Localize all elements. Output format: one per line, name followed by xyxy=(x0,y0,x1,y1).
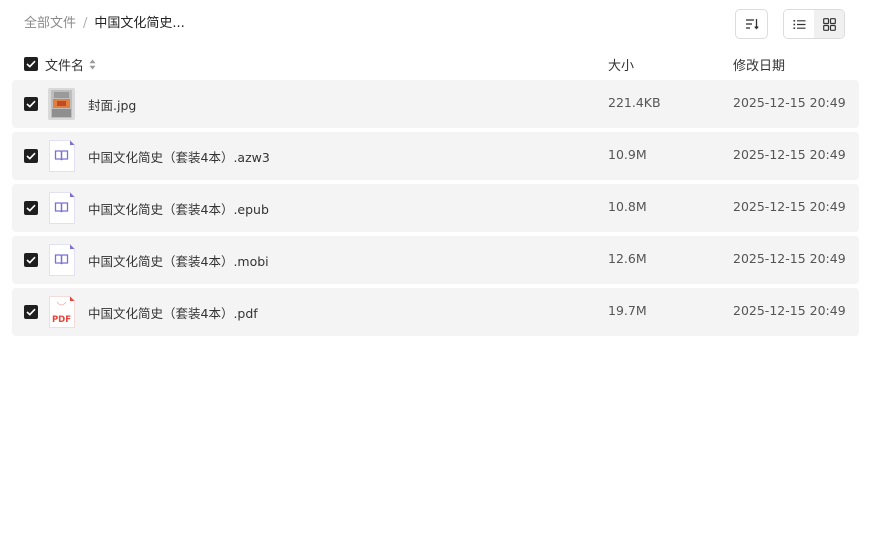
ebook-file-icon xyxy=(49,192,75,224)
image-thumbnail-icon xyxy=(48,88,75,120)
date-column-header: 修改日期 xyxy=(733,59,786,74)
name-column-header[interactable]: 文件名 xyxy=(45,55,96,74)
file-modified-date: 2025-12-15 20:49 xyxy=(733,303,846,318)
grid-view-button[interactable] xyxy=(814,10,844,38)
file-name[interactable]: 中国文化简史（套装4本）.epub xyxy=(88,199,269,218)
grid-view-icon xyxy=(822,17,836,31)
breadcrumb-current-folder: 中国文化简史... xyxy=(94,16,185,31)
list-view-icon xyxy=(793,19,805,29)
file-size: 12.6M xyxy=(608,251,647,266)
file-list-header: 文件名 大小 修改日期 xyxy=(0,52,869,76)
check-icon xyxy=(26,204,36,212)
file-modified-date: 2025-12-15 20:49 xyxy=(733,251,846,266)
file-row[interactable]: 中国文化简史（套装4本）.azw3 10.9M 2025-12-15 20:49 xyxy=(12,132,859,180)
file-size: 10.9M xyxy=(608,147,647,162)
file-name[interactable]: 中国文化简史（套装4本）.pdf xyxy=(88,303,258,322)
size-column-header: 大小 xyxy=(608,59,635,74)
view-mode-toggle xyxy=(783,9,845,39)
row-checkbox[interactable] xyxy=(24,149,38,163)
select-all-checkbox[interactable] xyxy=(24,57,38,71)
sort-toggle-icon[interactable] xyxy=(89,59,96,70)
breadcrumb-separator: / xyxy=(83,16,88,31)
row-checkbox[interactable] xyxy=(24,97,38,111)
pdf-icon-label: PDF xyxy=(52,315,71,325)
file-name[interactable]: 中国文化简史（套装4本）.mobi xyxy=(88,251,269,270)
file-row[interactable]: 中国文化简史（套装4本）.epub 10.8M 2025-12-15 20:49 xyxy=(12,184,859,232)
check-icon xyxy=(26,100,36,108)
ebook-file-icon xyxy=(49,140,75,172)
sort-button[interactable] xyxy=(735,9,768,39)
file-row[interactable]: PDF 中国文化简史（套装4本）.pdf 19.7M 2025-12-15 20… xyxy=(12,288,859,336)
name-column-label: 文件名 xyxy=(45,59,85,74)
file-name[interactable]: 封面.jpg xyxy=(88,95,136,114)
check-icon xyxy=(26,256,36,264)
ebook-file-icon xyxy=(49,244,75,276)
check-icon xyxy=(26,308,36,316)
sort-list-icon xyxy=(745,19,759,30)
row-checkbox[interactable] xyxy=(24,201,38,215)
row-checkbox[interactable] xyxy=(24,253,38,267)
file-list: 封面.jpg 221.4KB 2025-12-15 20:49 中国文化简史（套… xyxy=(12,80,859,340)
row-checkbox[interactable] xyxy=(24,305,38,319)
top-bar: 全部文件 / 中国文化简史... xyxy=(0,0,869,48)
file-size: 10.8M xyxy=(608,199,647,214)
file-size: 221.4KB xyxy=(608,95,661,110)
file-modified-date: 2025-12-15 20:49 xyxy=(733,95,846,110)
check-icon xyxy=(26,152,36,160)
breadcrumb-root-link[interactable]: 全部文件 xyxy=(24,15,76,33)
breadcrumb: 全部文件 / 中国文化简史... xyxy=(24,15,185,33)
check-icon xyxy=(26,60,36,68)
file-row[interactable]: 封面.jpg 221.4KB 2025-12-15 20:49 xyxy=(12,80,859,128)
file-name[interactable]: 中国文化简史（套装4本）.azw3 xyxy=(88,147,270,166)
pdf-file-icon: PDF xyxy=(49,296,75,328)
file-row[interactable]: 中国文化简史（套装4本）.mobi 12.6M 2025-12-15 20:49 xyxy=(12,236,859,284)
file-modified-date: 2025-12-15 20:49 xyxy=(733,199,846,214)
file-modified-date: 2025-12-15 20:49 xyxy=(733,147,846,162)
file-size: 19.7M xyxy=(608,303,647,318)
list-view-button[interactable] xyxy=(784,10,814,38)
